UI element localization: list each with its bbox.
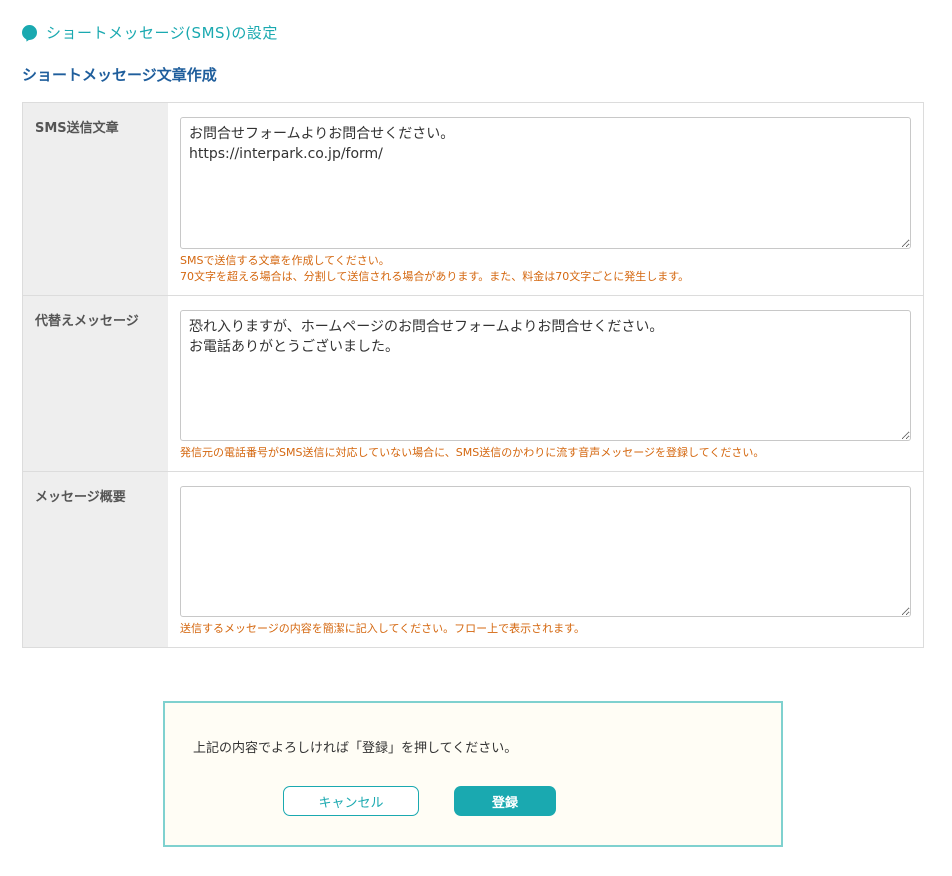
form-row-message-summary: メッセージ概要 送信するメッセージの内容を簡潔に記入してください。フロー上で表示… (23, 472, 923, 647)
register-button[interactable]: 登録 (454, 786, 556, 816)
row-field: 恐れ入りますが、ホームページのお問合せフォームよりお問合せください。 お電話あり… (168, 296, 923, 471)
row-label: メッセージ概要 (23, 472, 168, 647)
message-summary-textarea[interactable] (180, 486, 911, 617)
section-title: ショートメッセージ文章作成 (22, 66, 217, 84)
page-header: ショートメッセージ(SMS)の設定 (22, 22, 278, 43)
field-hint: 発信元の電話番号がSMS送信に対応していない場合に、SMS送信のかわりに流す音声… (180, 445, 912, 461)
hint-line: SMSで送信する文章を作成してください。 (180, 254, 390, 267)
confirm-text: 上記の内容でよろしければ「登録」を押してください。 (193, 741, 518, 756)
field-hint: 送信するメッセージの内容を簡潔に記入してください。フロー上で表示されます。 (180, 621, 912, 637)
page-title: ショートメッセージ(SMS)の設定 (46, 24, 278, 42)
form-row-alternate-message: 代替えメッセージ 恐れ入りますが、ホームページのお問合せフォームよりお問合せくだ… (23, 296, 923, 472)
hint-line: 70文字を超える場合は、分割して送信される場合があります。また、料金は70文字ご… (180, 270, 690, 283)
row-field: お問合せフォームよりお問合せください。 https://interpark.co… (168, 103, 923, 295)
row-label: 代替えメッセージ (23, 296, 168, 471)
hint-line: 送信するメッセージの内容を簡潔に記入してください。フロー上で表示されます。 (180, 622, 586, 635)
sms-form-table: SMS送信文章 お問合せフォームよりお問合せください。 https://inte… (22, 102, 924, 648)
form-row-sms-text: SMS送信文章 お問合せフォームよりお問合せください。 https://inte… (23, 103, 923, 296)
confirm-box: 上記の内容でよろしければ「登録」を押してください。 キャンセル 登録 (163, 701, 783, 847)
row-label: SMS送信文章 (23, 103, 168, 295)
alternate-message-textarea[interactable]: 恐れ入りますが、ホームページのお問合せフォームよりお問合せください。 お電話あり… (180, 310, 911, 441)
hint-line: 発信元の電話番号がSMS送信に対応していない場合に、SMS送信のかわりに流す音声… (180, 446, 765, 459)
sms-text-textarea[interactable]: お問合せフォームよりお問合せください。 https://interpark.co… (180, 117, 911, 249)
speech-bubble-icon (22, 24, 38, 43)
field-hint: SMSで送信する文章を作成してください。 70文字を超える場合は、分割して送信さ… (180, 253, 912, 285)
cancel-button[interactable]: キャンセル (283, 786, 419, 816)
row-field: 送信するメッセージの内容を簡潔に記入してください。フロー上で表示されます。 (168, 472, 923, 647)
